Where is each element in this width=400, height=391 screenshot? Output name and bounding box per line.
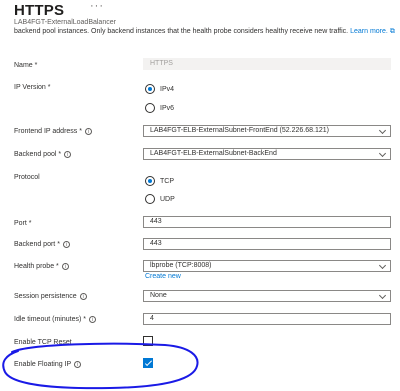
create-new-link[interactable]: Create new: [145, 273, 181, 280]
floating-ip-checkbox[interactable]: [143, 358, 153, 368]
port-input[interactable]: 443: [143, 216, 391, 228]
info-icon: i: [64, 151, 72, 158]
frontend-ip-select[interactable]: LAB4FGT-ELB-ExternalSubnet-FrontEnd (52.…: [143, 125, 391, 137]
chevron-down-icon: [378, 126, 387, 135]
protocol-label: Protocol: [14, 174, 40, 181]
backend-pool-label: Backend pool * i: [14, 151, 72, 158]
page-title: HTTPS: [14, 2, 65, 19]
name-label: Name *: [14, 62, 38, 69]
info-icon: i: [89, 316, 96, 323]
ipv4-radio[interactable]: [145, 84, 155, 94]
chevron-down-icon: [378, 291, 387, 300]
info-icon: i: [62, 241, 70, 248]
idle-timeout-label: Idle timeout (minutes) * i: [14, 316, 96, 323]
idle-timeout-input[interactable]: 4: [143, 313, 391, 325]
ip-version-label: IP Version *: [14, 84, 51, 91]
page-subtitle: LAB4FGT-ExternalLoadBalancer: [14, 19, 116, 26]
tcp-radio[interactable]: [145, 176, 155, 186]
more-options-button[interactable]: ···: [90, 0, 104, 12]
description-text: backend pool instances. Only backend ins…: [14, 28, 349, 35]
ipv6-radio[interactable]: [145, 103, 155, 113]
backend-port-label: Backend port * i: [14, 241, 70, 248]
name-input[interactable]: HTTPS: [143, 58, 391, 70]
health-probe-select[interactable]: lbprobe (TCP:8008): [143, 260, 391, 272]
chevron-down-icon: [378, 149, 387, 158]
session-persistence-select[interactable]: None: [143, 290, 391, 302]
ipv4-radio-label: IPv4: [160, 86, 175, 93]
udp-radio-label: UDP: [160, 196, 175, 203]
floating-ip-label: Enable Floating IP i: [14, 361, 82, 368]
frontend-ip-label: Frontend IP address * i: [14, 128, 92, 135]
description: backend pool instances. Only backend ins…: [14, 28, 395, 36]
udp-radio[interactable]: [145, 194, 155, 204]
info-icon: i: [61, 263, 69, 270]
backend-port-input[interactable]: 443: [143, 238, 391, 250]
info-icon: i: [79, 293, 87, 300]
learn-more-link[interactable]: Learn more.: [350, 28, 388, 35]
health-probe-label: Health probe * i: [14, 263, 69, 270]
tcp-reset-label: Enable TCP Reset: [14, 339, 72, 346]
chevron-down-icon: [378, 261, 387, 270]
info-icon: i: [74, 361, 82, 368]
info-icon: i: [85, 128, 92, 135]
port-label: Port *: [14, 220, 32, 227]
external-link-icon: ⧉: [389, 28, 395, 35]
ipv6-radio-label: IPv6: [160, 105, 175, 112]
tcp-reset-checkbox[interactable]: [143, 336, 153, 346]
backend-pool-select[interactable]: LAB4FGT-ELB-ExternalSubnet-BackEnd: [143, 148, 391, 160]
tcp-radio-label: TCP: [160, 178, 174, 185]
session-persistence-label: Session persistence i: [14, 293, 87, 300]
